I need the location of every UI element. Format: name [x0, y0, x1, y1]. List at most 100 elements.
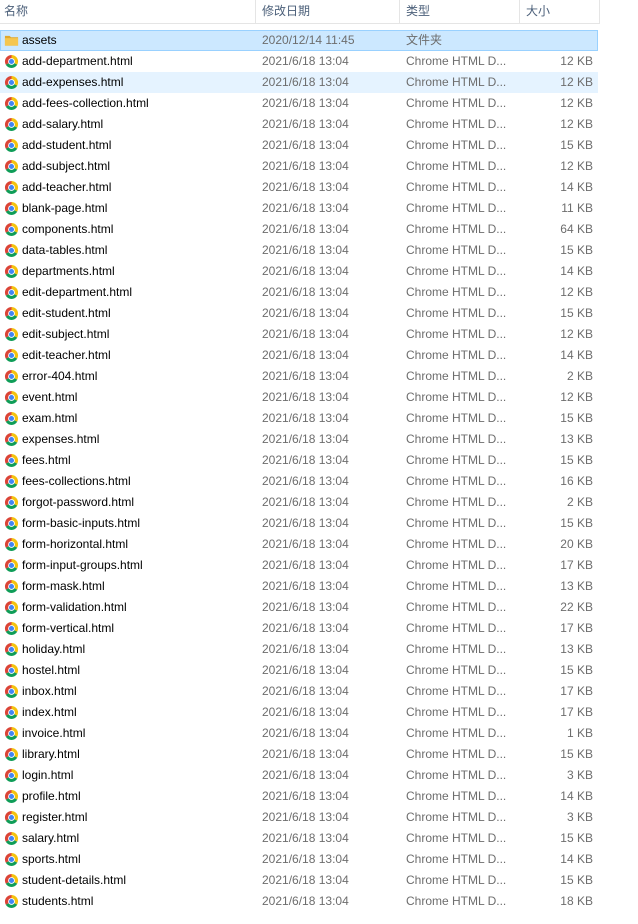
column-header-date[interactable]: 修改日期 [258, 0, 399, 23]
file-row[interactable]: form-input-groups.html 2021/6/18 13:04 C… [0, 555, 598, 576]
file-type: Chrome HTML D... [406, 705, 507, 719]
file-row[interactable]: fees.html 2021/6/18 13:04 Chrome HTML D.… [0, 450, 598, 471]
file-row[interactable]: form-vertical.html 2021/6/18 13:04 Chrom… [0, 618, 598, 639]
file-row[interactable]: components.html 2021/6/18 13:04 Chrome H… [0, 219, 598, 240]
file-row[interactable]: add-department.html 2021/6/18 13:04 Chro… [0, 51, 598, 72]
file-date-modified: 2021/6/18 13:04 [262, 411, 349, 425]
chrome-icon [4, 75, 19, 90]
chrome-icon [4, 600, 19, 615]
file-date-modified: 2021/6/18 13:04 [262, 390, 349, 404]
file-row[interactable]: error-404.html 2021/6/18 13:04 Chrome HT… [0, 366, 598, 387]
file-size: 13 KB [560, 579, 593, 593]
chrome-icon [4, 558, 19, 573]
file-row[interactable]: assets 2020/12/14 11:45 文件夹 [0, 30, 598, 51]
file-row[interactable]: add-expenses.html 2021/6/18 13:04 Chrome… [0, 72, 598, 93]
file-size: 2 KB [566, 369, 593, 383]
file-date-modified: 2021/6/18 13:04 [262, 159, 349, 173]
file-type: Chrome HTML D... [406, 327, 507, 341]
chrome-icon [4, 264, 19, 279]
column-divider[interactable] [255, 0, 256, 23]
file-date-modified: 2021/6/18 13:04 [262, 600, 349, 614]
file-name: holiday.html [22, 642, 86, 656]
file-date-modified: 2021/6/18 13:04 [262, 138, 349, 152]
file-name: exam.html [22, 411, 78, 425]
file-row[interactable]: add-teacher.html 2021/6/18 13:04 Chrome … [0, 177, 598, 198]
file-row[interactable]: form-mask.html 2021/6/18 13:04 Chrome HT… [0, 576, 598, 597]
column-header-size[interactable]: 大小 [522, 0, 600, 23]
file-type: Chrome HTML D... [406, 873, 507, 887]
file-type: Chrome HTML D... [406, 600, 507, 614]
file-date-modified: 2021/6/18 13:04 [262, 243, 349, 257]
file-type: Chrome HTML D... [406, 138, 507, 152]
column-divider[interactable] [399, 0, 400, 23]
file-type: Chrome HTML D... [406, 852, 507, 866]
file-row[interactable]: expenses.html 2021/6/18 13:04 Chrome HTM… [0, 429, 598, 450]
file-name: add-subject.html [22, 159, 111, 173]
chrome-icon [4, 726, 19, 741]
file-row[interactable]: data-tables.html 2021/6/18 13:04 Chrome … [0, 240, 598, 261]
chrome-icon [4, 516, 19, 531]
file-row[interactable]: salary.html 2021/6/18 13:04 Chrome HTML … [0, 828, 598, 849]
chrome-icon [4, 684, 19, 699]
chrome-icon [4, 663, 19, 678]
file-size: 11 KB [561, 201, 593, 215]
file-row[interactable]: add-student.html 2021/6/18 13:04 Chrome … [0, 135, 598, 156]
column-header-type[interactable]: 类型 [402, 0, 519, 23]
chrome-icon [4, 705, 19, 720]
file-type: Chrome HTML D... [406, 894, 507, 908]
file-row[interactable]: fees-collections.html 2021/6/18 13:04 Ch… [0, 471, 598, 492]
file-date-modified: 2021/6/18 13:04 [262, 810, 349, 824]
file-row[interactable]: library.html 2021/6/18 13:04 Chrome HTML… [0, 744, 598, 765]
file-row[interactable]: add-subject.html 2021/6/18 13:04 Chrome … [0, 156, 598, 177]
file-name: edit-student.html [22, 306, 111, 320]
file-row[interactable]: exam.html 2021/6/18 13:04 Chrome HTML D.… [0, 408, 598, 429]
file-row[interactable]: index.html 2021/6/18 13:04 Chrome HTML D… [0, 702, 598, 723]
file-row[interactable]: form-horizontal.html 2021/6/18 13:04 Chr… [0, 534, 598, 555]
file-row[interactable]: form-basic-inputs.html 2021/6/18 13:04 C… [0, 513, 598, 534]
file-row[interactable]: inbox.html 2021/6/18 13:04 Chrome HTML D… [0, 681, 598, 702]
file-row[interactable]: departments.html 2021/6/18 13:04 Chrome … [0, 261, 598, 282]
file-type: Chrome HTML D... [406, 117, 507, 131]
file-size: 12 KB [560, 390, 593, 404]
file-row[interactable]: edit-department.html 2021/6/18 13:04 Chr… [0, 282, 598, 303]
file-row[interactable]: register.html 2021/6/18 13:04 Chrome HTM… [0, 807, 598, 828]
file-date-modified: 2021/6/18 13:04 [262, 453, 349, 467]
file-row[interactable]: form-validation.html 2021/6/18 13:04 Chr… [0, 597, 598, 618]
chrome-icon [4, 894, 19, 909]
file-row[interactable]: invoice.html 2021/6/18 13:04 Chrome HTML… [0, 723, 598, 744]
column-divider[interactable] [519, 0, 520, 23]
file-row[interactable]: edit-student.html 2021/6/18 13:04 Chrome… [0, 303, 598, 324]
file-date-modified: 2021/6/18 13:04 [262, 873, 349, 887]
file-row[interactable]: students.html 2021/6/18 13:04 Chrome HTM… [0, 891, 598, 912]
file-type: Chrome HTML D... [406, 264, 507, 278]
file-row[interactable]: hostel.html 2021/6/18 13:04 Chrome HTML … [0, 660, 598, 681]
file-name: add-expenses.html [22, 75, 124, 89]
file-row[interactable]: blank-page.html 2021/6/18 13:04 Chrome H… [0, 198, 598, 219]
column-divider[interactable] [599, 0, 600, 23]
file-row[interactable]: login.html 2021/6/18 13:04 Chrome HTML D… [0, 765, 598, 786]
file-row[interactable]: student-details.html 2021/6/18 13:04 Chr… [0, 870, 598, 891]
file-size: 12 KB [560, 285, 593, 299]
file-row[interactable]: event.html 2021/6/18 13:04 Chrome HTML D… [0, 387, 598, 408]
column-header-name[interactable]: 名称 [0, 0, 255, 23]
file-row[interactable]: edit-subject.html 2021/6/18 13:04 Chrome… [0, 324, 598, 345]
file-type: Chrome HTML D... [406, 411, 507, 425]
file-row[interactable]: sports.html 2021/6/18 13:04 Chrome HTML … [0, 849, 598, 870]
chrome-icon [4, 369, 19, 384]
file-row[interactable]: edit-teacher.html 2021/6/18 13:04 Chrome… [0, 345, 598, 366]
file-name: students.html [22, 894, 94, 908]
file-row[interactable]: add-fees-collection.html 2021/6/18 13:04… [0, 93, 598, 114]
chrome-icon [4, 432, 19, 447]
file-size: 16 KB [560, 474, 593, 488]
file-size: 13 KB [560, 642, 593, 656]
file-rows: assets 2020/12/14 11:45 文件夹 add-departme… [0, 30, 600, 912]
file-row[interactable]: add-salary.html 2021/6/18 13:04 Chrome H… [0, 114, 598, 135]
file-row[interactable]: profile.html 2021/6/18 13:04 Chrome HTML… [0, 786, 598, 807]
file-date-modified: 2021/6/18 13:04 [262, 96, 349, 110]
chrome-icon [4, 117, 19, 132]
file-row[interactable]: forgot-password.html 2021/6/18 13:04 Chr… [0, 492, 598, 513]
file-row[interactable]: holiday.html 2021/6/18 13:04 Chrome HTML… [0, 639, 598, 660]
file-type: 文件夹 [406, 33, 443, 47]
file-name: profile.html [22, 789, 81, 803]
file-name: error-404.html [22, 369, 98, 383]
